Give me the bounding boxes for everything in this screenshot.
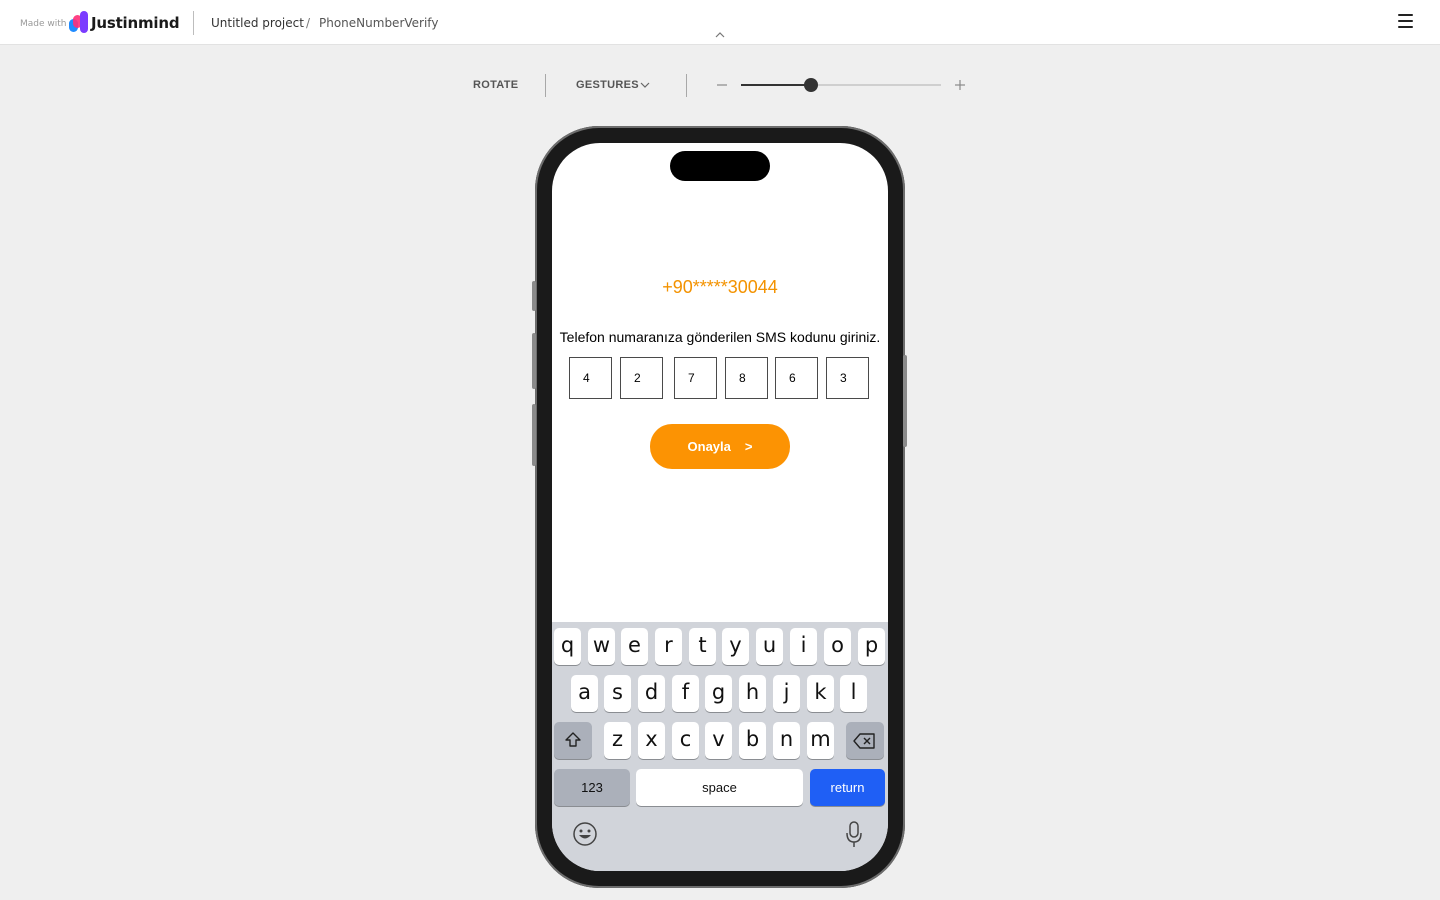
numbers-key[interactable]: 123	[554, 769, 630, 806]
code-digit-input[interactable]: 6	[775, 357, 818, 399]
space-key[interactable]: space	[636, 769, 803, 806]
code-digit-input[interactable]: 8	[725, 357, 768, 399]
key-a[interactable]: a	[571, 675, 598, 712]
code-digit-input[interactable]: 3	[826, 357, 869, 399]
sms-instruction: Telefon numaranıza gönderilen SMS kodunu…	[559, 329, 881, 345]
key-d[interactable]: d	[638, 675, 665, 712]
key-z[interactable]: z	[604, 722, 631, 759]
phone-side-button	[532, 404, 536, 466]
chevron-down-icon[interactable]	[640, 81, 650, 89]
key-n[interactable]: n	[773, 722, 800, 759]
microphone-icon[interactable]	[845, 821, 863, 849]
key-l[interactable]: l	[840, 675, 867, 712]
top-bar: Made with Justinmind Untitled project / …	[0, 0, 1440, 45]
key-i[interactable]: i	[790, 628, 817, 665]
zoom-out-icon[interactable]	[715, 76, 729, 94]
backspace-key[interactable]	[846, 722, 884, 759]
key-u[interactable]: u	[756, 628, 783, 665]
key-y[interactable]: y	[722, 628, 749, 665]
key-r[interactable]: r	[655, 628, 682, 665]
code-digit-input[interactable]: 4	[569, 357, 612, 399]
zoom-slider-fill	[741, 84, 811, 86]
zoom-slider[interactable]	[741, 78, 941, 92]
phone-side-button	[903, 355, 907, 447]
breadcrumb-project[interactable]: Untitled project	[211, 16, 304, 30]
emoji-icon[interactable]	[572, 821, 598, 847]
on-screen-keyboard: q w e r t y u i o p a s d f g h j k l z …	[552, 622, 888, 871]
shift-arrow-icon	[565, 732, 581, 747]
key-q[interactable]: q	[554, 628, 581, 665]
key-k[interactable]: k	[807, 675, 834, 712]
key-w[interactable]: w	[588, 628, 615, 665]
hamburger-menu-icon[interactable]	[1398, 14, 1414, 30]
toolbar-divider	[545, 74, 546, 97]
key-c[interactable]: c	[672, 722, 699, 759]
backspace-icon	[853, 733, 875, 749]
code-digit-input[interactable]: 2	[620, 357, 663, 399]
collapse-caret-icon[interactable]	[713, 30, 727, 40]
confirm-arrow: >	[744, 439, 753, 454]
phone-screen: +90*****30044 Telefon numaranıza gönderi…	[552, 143, 888, 871]
code-digit-input[interactable]: 7	[674, 357, 717, 399]
justinmind-logo-icon	[69, 11, 88, 33]
phone-side-button	[532, 281, 536, 311]
confirm-button-label: Onayla	[687, 439, 731, 454]
key-g[interactable]: g	[705, 675, 732, 712]
zoom-slider-thumb[interactable]	[804, 78, 818, 92]
key-h[interactable]: h	[739, 675, 766, 712]
shift-key[interactable]	[554, 722, 592, 759]
rotate-button[interactable]: ROTATE	[473, 79, 518, 91]
key-o[interactable]: o	[824, 628, 851, 665]
key-x[interactable]: x	[638, 722, 665, 759]
key-t[interactable]: t	[689, 628, 716, 665]
toolbar-divider	[686, 74, 687, 97]
key-f[interactable]: f	[672, 675, 699, 712]
key-p[interactable]: p	[858, 628, 885, 665]
breadcrumb-screen[interactable]: PhoneNumberVerify	[319, 16, 438, 30]
key-j[interactable]: j	[773, 675, 800, 712]
key-s[interactable]: s	[604, 675, 631, 712]
zoom-in-icon[interactable]	[953, 77, 967, 93]
confirm-button[interactable]: Onayla >	[650, 424, 790, 469]
dynamic-island	[670, 151, 770, 181]
key-e[interactable]: e	[621, 628, 648, 665]
header-divider	[193, 11, 194, 35]
gestures-dropdown[interactable]: GESTURES	[576, 79, 639, 91]
key-v[interactable]: v	[705, 722, 732, 759]
phone-side-button	[532, 333, 536, 389]
key-b[interactable]: b	[739, 722, 766, 759]
key-m[interactable]: m	[807, 722, 834, 759]
made-with-label: Made with	[20, 19, 67, 29]
brand-name: Justinmind	[91, 14, 180, 32]
breadcrumb-separator: /	[306, 16, 311, 30]
masked-phone-number: +90*****30044	[662, 277, 778, 297]
return-key[interactable]: return	[810, 769, 885, 806]
